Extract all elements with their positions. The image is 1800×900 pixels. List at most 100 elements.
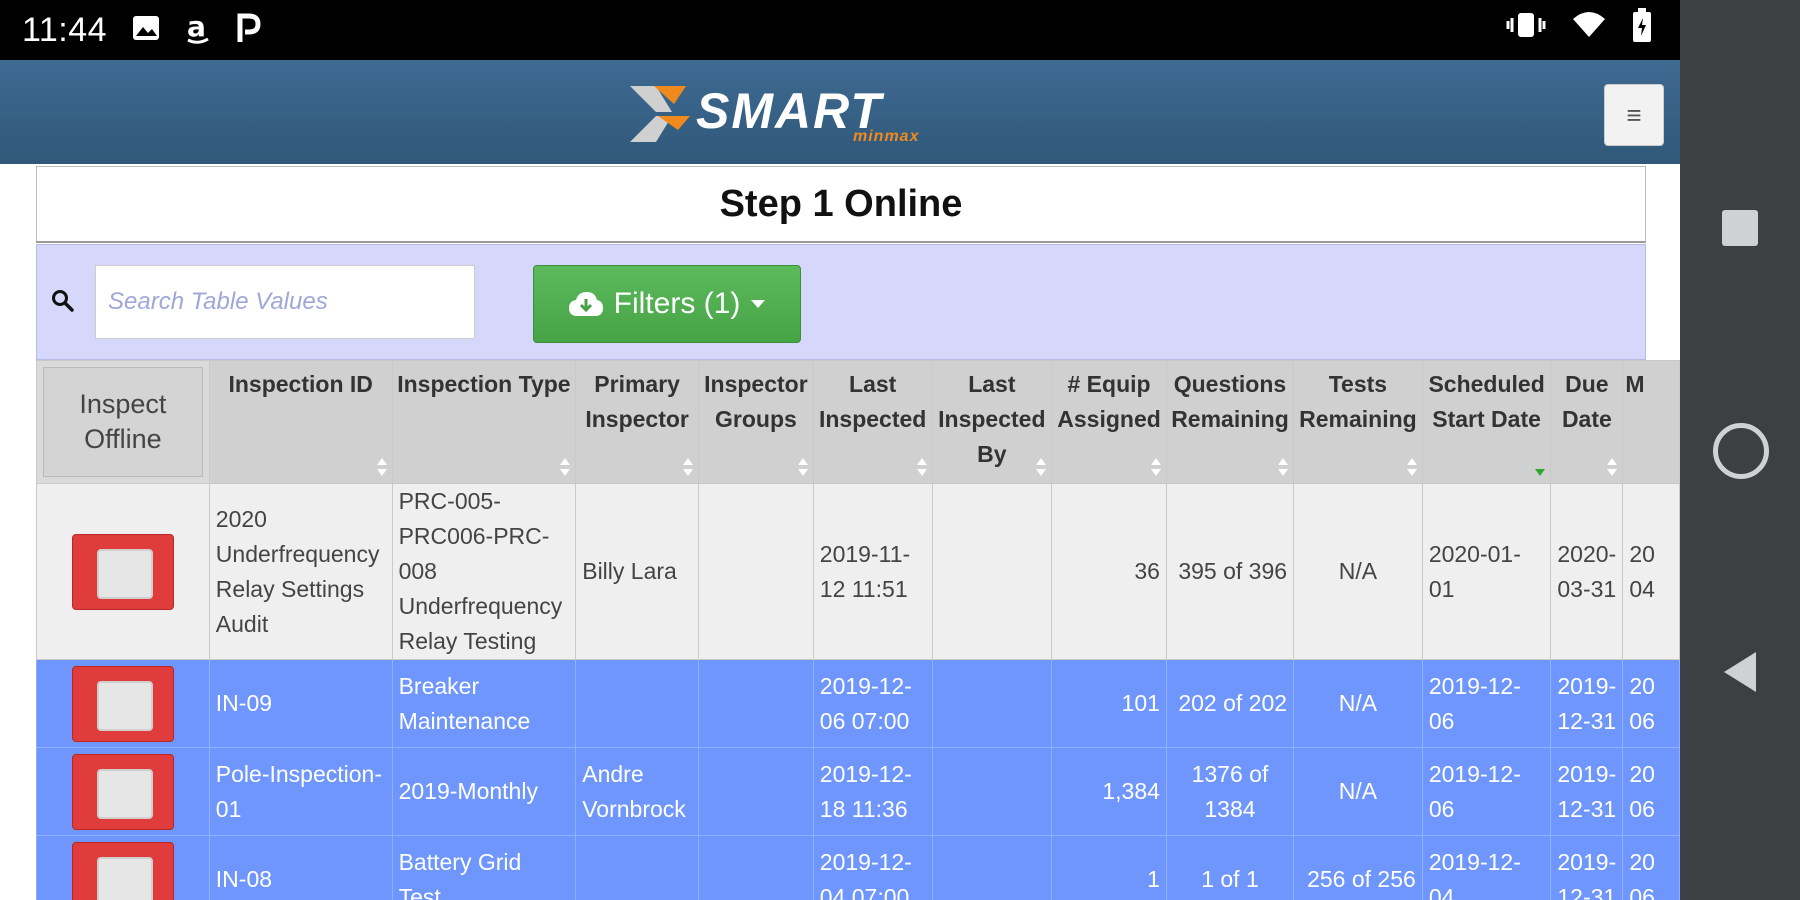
inspect-offline-checkbox[interactable] — [71, 533, 174, 610]
sort-icon — [916, 458, 927, 476]
column-header-last-inspected[interactable]: Last Inspected — [812, 360, 933, 484]
cell-questions-remaining: 1376 of 1384 — [1165, 747, 1295, 836]
p-app-icon — [235, 12, 261, 49]
cell-primary-inspector — [575, 835, 700, 900]
cell-primary-inspector: Billy Lara — [575, 483, 700, 660]
cell-questions-remaining: 202 of 202 — [1165, 659, 1295, 748]
wifi-icon — [1572, 11, 1606, 44]
cell-partial: 20 06 — [1622, 835, 1680, 900]
column-header-inspector-groups[interactable]: Inspector Groups — [698, 360, 814, 484]
column-header-tests-remaining[interactable]: Tests Remaining — [1293, 360, 1423, 484]
table-row[interactable]: Pole-Inspection-01 2019-Monthly Andre Vo… — [36, 747, 1680, 836]
table-toolbar: Filters (1) — [36, 244, 1646, 360]
cell-due-date: 2019-12-31 — [1550, 835, 1624, 900]
column-header-due-date[interactable]: Due Date — [1550, 360, 1624, 484]
cell-equip-assigned: 1,384 — [1051, 747, 1167, 836]
cell-inspection-type: Battery Grid Test — [391, 835, 577, 900]
column-header-last-inspected-by[interactable]: Last Inspected By — [931, 360, 1053, 484]
inspect-offline-checkbox[interactable] — [71, 665, 174, 742]
cell-scheduled-start: 2020-01-01 — [1421, 483, 1552, 660]
cell-inspection-type: 2019-Monthly — [391, 747, 577, 836]
smart-logo: SMART minmax — [628, 80, 978, 150]
recents-button[interactable] — [1722, 210, 1758, 246]
column-header-partial[interactable]: M — [1622, 360, 1680, 484]
hamburger-icon: ≡ — [1626, 100, 1642, 130]
sort-icon — [683, 458, 694, 476]
amazon-icon: a — [185, 10, 211, 49]
inspect-offline-checkbox[interactable] — [71, 841, 174, 900]
cell-inspection-id: Pole-Inspection-01 — [208, 747, 393, 836]
filters-label: Filters (1) — [613, 287, 741, 320]
caret-down-icon — [751, 300, 766, 308]
sort-icon — [560, 458, 571, 476]
cell-scheduled-start: 2019-12-04 — [1421, 835, 1552, 900]
column-header-primary-inspector[interactable]: Primary Inspector — [575, 360, 700, 484]
title-bar: Step 1 Online — [36, 166, 1646, 243]
cell-inspector-groups — [698, 483, 814, 660]
status-time: 11:44 — [22, 10, 108, 49]
cell-scheduled-start: 2019-12-06 — [1421, 747, 1552, 836]
table-row[interactable]: 2020 Underfrequency Relay Settings Audit… — [36, 483, 1680, 660]
sort-desc-icon — [1535, 469, 1546, 476]
inspect-offline-cell — [36, 659, 210, 748]
cell-tests-remaining: N/A — [1293, 747, 1423, 836]
vibrate-icon — [1506, 10, 1546, 45]
cell-inspection-type: Breaker Maintenance — [391, 659, 577, 748]
cell-due-date: 2019-12-31 — [1550, 659, 1624, 748]
cell-inspector-groups — [698, 659, 814, 748]
column-header-inspect-offline[interactable]: Inspect Offline — [36, 360, 210, 484]
cell-scheduled-start: 2019-12-06 — [1421, 659, 1552, 748]
column-header-questions-remaining[interactable]: Questions Remaining — [1165, 360, 1295, 484]
column-header-scheduled-start-date[interactable]: Scheduled Start Date — [1421, 360, 1552, 484]
inspect-offline-label: Inspect Offline — [43, 367, 203, 477]
menu-button[interactable]: ≡ — [1604, 84, 1664, 146]
cell-due-date: 2019-12-31 — [1550, 747, 1624, 836]
table-header-row: Inspect Offline Inspection ID Inspection… — [36, 360, 1680, 484]
battery-icon — [1632, 8, 1652, 47]
inspect-offline-cell — [36, 483, 210, 660]
cell-due-date: 2020-03-31 — [1550, 483, 1624, 660]
cell-tests-remaining: N/A — [1293, 659, 1423, 748]
app-header: SMART minmax ≡ — [0, 60, 1680, 164]
search-input[interactable] — [95, 265, 475, 339]
system-nav-bar — [1680, 0, 1800, 900]
svg-text:a: a — [187, 12, 206, 43]
cell-last-inspected-by — [931, 659, 1053, 748]
inspect-offline-checkbox[interactable] — [71, 753, 174, 830]
cell-primary-inspector — [575, 659, 700, 748]
table-row[interactable]: IN-09 Breaker Maintenance 2019-12-06 07:… — [36, 659, 1680, 748]
column-header-inspection-id[interactable]: Inspection ID — [208, 360, 393, 484]
cloud-download-icon — [568, 292, 603, 316]
inspections-table: Inspect Offline Inspection ID Inspection… — [36, 360, 1680, 900]
table-row[interactable]: IN-08 Battery Grid Test 2019-12-04 07:00… — [36, 835, 1680, 900]
cell-questions-remaining: 1 of 1 — [1165, 835, 1295, 900]
main-content: Step 1 Online Filters (1) — [36, 166, 1680, 900]
cell-partial: 20 06 — [1622, 659, 1680, 748]
filters-button[interactable]: Filters (1) — [533, 265, 801, 343]
cell-equip-assigned: 36 — [1051, 483, 1167, 660]
cell-primary-inspector: Andre Vornbrock — [575, 747, 700, 836]
sort-icon — [1036, 458, 1047, 476]
image-icon — [131, 14, 161, 47]
status-bar: 11:44 a — [0, 0, 1680, 60]
home-button[interactable] — [1713, 423, 1769, 479]
logo-subtext: minmax — [853, 128, 920, 145]
cell-last-inspected-by — [931, 483, 1053, 660]
cell-inspector-groups — [698, 747, 814, 836]
cell-last-inspected: 2019-12-06 07:00 — [812, 659, 933, 748]
back-button[interactable] — [1720, 650, 1760, 694]
column-header-inspection-type[interactable]: Inspection Type — [391, 360, 577, 484]
cell-inspection-type: PRC-005-PRC006-PRC-008 Underfrequency Re… — [391, 483, 577, 660]
sort-icon — [1278, 458, 1289, 476]
status-icons — [1506, 8, 1652, 47]
cell-partial: 20 04 — [1622, 483, 1680, 660]
cell-last-inspected-by — [931, 835, 1053, 900]
cell-questions-remaining: 395 of 396 — [1165, 483, 1295, 660]
cell-last-inspected: 2019-12-04 07:00 — [812, 835, 933, 900]
sort-icon — [376, 458, 387, 476]
cell-inspection-id: IN-08 — [208, 835, 393, 900]
page-title: Step 1 Online — [719, 182, 963, 225]
logo-chevron-icon — [630, 86, 690, 142]
column-header-equip-assigned[interactable]: # Equip Assigned — [1051, 360, 1167, 484]
inspect-offline-cell — [36, 835, 210, 900]
